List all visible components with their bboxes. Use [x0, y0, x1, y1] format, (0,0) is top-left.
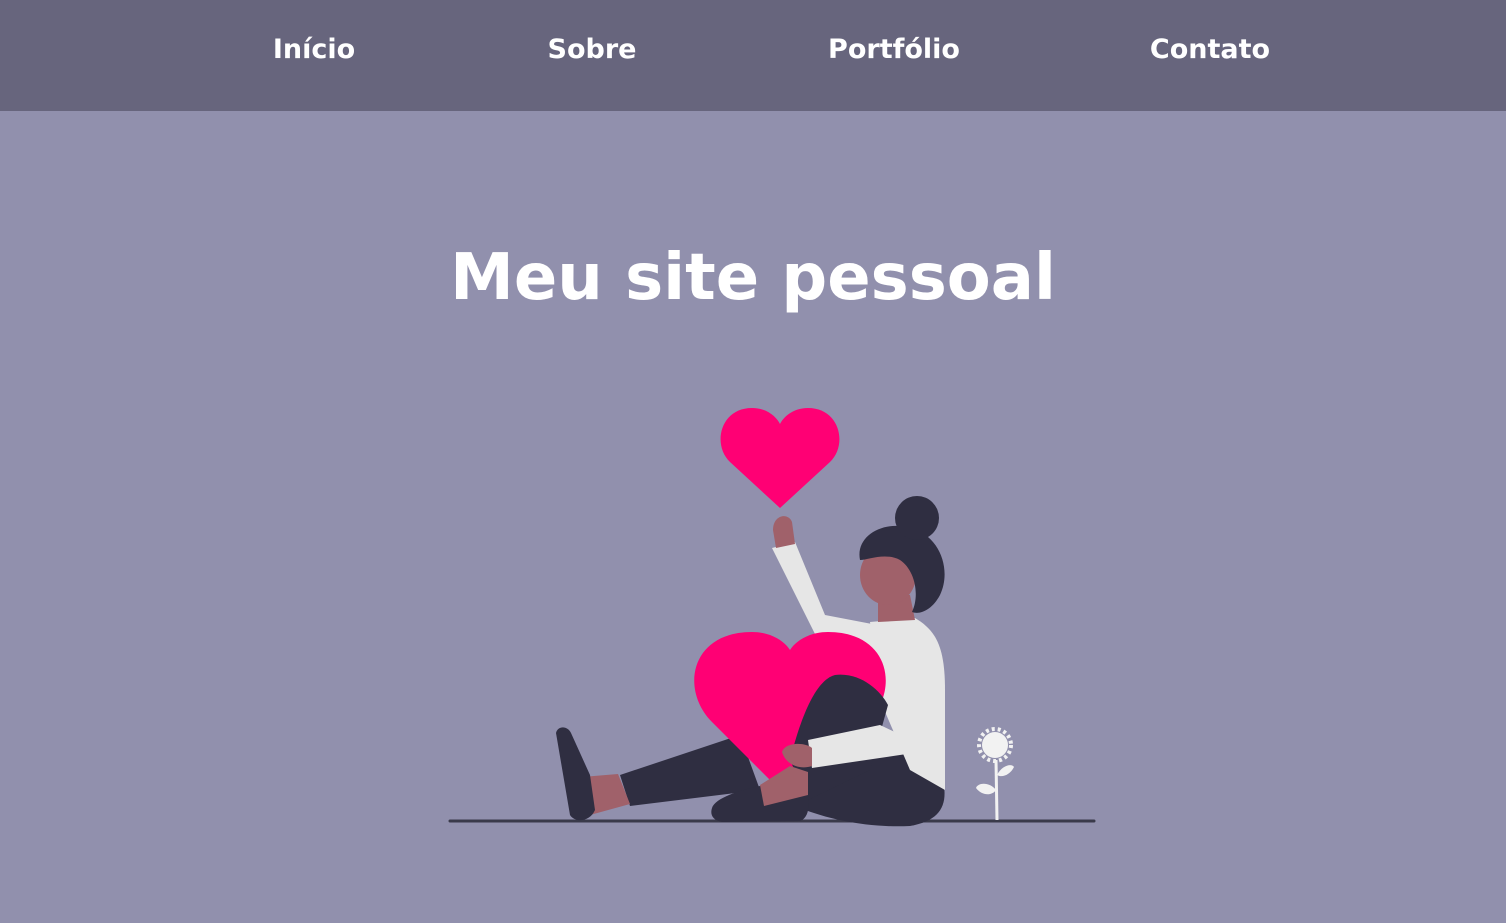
nav-link-inicio[interactable]: Início [273, 30, 355, 70]
navbar: Início Sobre Portfólio Contato [0, 0, 1506, 111]
flower-icon [976, 727, 1014, 821]
person-figure [556, 496, 945, 827]
hero-illustration [448, 408, 1096, 827]
nav-link-sobre[interactable]: Sobre [548, 30, 637, 70]
small-heart-icon [720, 408, 840, 508]
nav-link-contato[interactable]: Contato [1150, 30, 1270, 70]
nav-link-portfolio[interactable]: Portfólio [828, 30, 960, 70]
page-title: Meu site pessoal [450, 241, 1056, 315]
